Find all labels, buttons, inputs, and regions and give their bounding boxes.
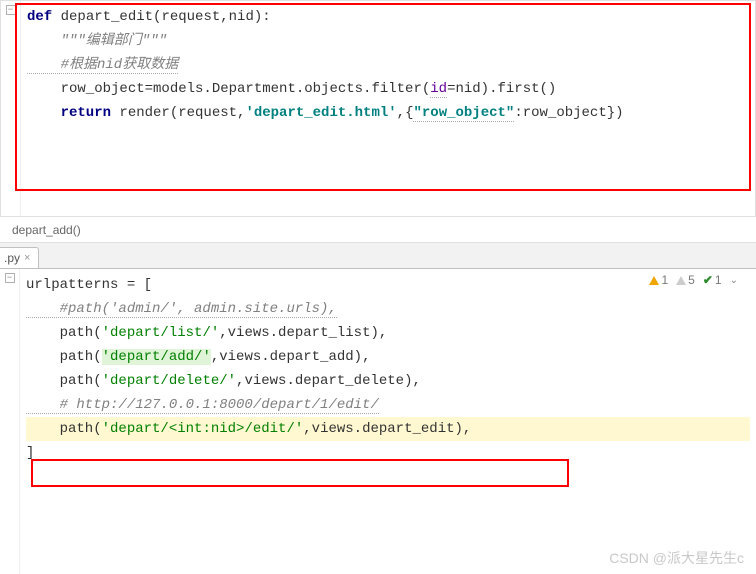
code-line: urlpatterns = [	[26, 273, 750, 297]
code-line: path('depart/<int:nid>/edit/',views.depa…	[26, 417, 750, 441]
check-icon: ✔	[703, 273, 713, 287]
code-line: path('depart/list/',views.depart_list),	[26, 321, 750, 345]
code-line: #path('admin/', admin.site.urls),	[26, 297, 750, 321]
bottom-editor-pane: − 1 5 ✔1 ⌄ urlpatterns = [ #path('admin/…	[0, 269, 756, 574]
gutter: −	[1, 1, 21, 216]
tab-bar: .py ×	[0, 243, 756, 269]
code-line: def depart_edit(request,nid):	[27, 5, 749, 29]
code-line: path('depart/add/',views.depart_add),	[26, 345, 750, 369]
code-line: #根据nid获取数据	[27, 53, 749, 77]
weak-warning-badge: 5	[676, 273, 695, 287]
inspection-badges[interactable]: 1 5 ✔1 ⌄	[649, 273, 738, 287]
code-line: ]	[26, 441, 750, 465]
weak-warning-icon	[676, 276, 686, 285]
code-line: row_object=models.Department.objects.fil…	[27, 77, 749, 101]
breadcrumb[interactable]: depart_add()	[0, 217, 756, 243]
tab-py[interactable]: .py ×	[0, 247, 39, 268]
close-icon[interactable]: ×	[24, 252, 30, 264]
top-editor-pane: − def depart_edit(request,nid): """编辑部门"…	[0, 0, 756, 217]
warning-icon	[649, 276, 659, 285]
code-area-top[interactable]: def depart_edit(request,nid): """编辑部门"""…	[21, 1, 755, 129]
code-line: path('depart/delete/',views.depart_delet…	[26, 369, 750, 393]
code-area-bottom[interactable]: urlpatterns = [ #path('admin/', admin.si…	[20, 269, 756, 469]
ok-badge: ✔1	[703, 273, 722, 287]
fold-icon[interactable]: −	[5, 273, 15, 283]
gutter: −	[0, 269, 20, 574]
code-line: # http://127.0.0.1:8000/depart/1/edit/	[26, 393, 750, 417]
fold-icon[interactable]: −	[6, 5, 16, 15]
warning-badge: 1	[649, 273, 668, 287]
code-line: """编辑部门"""	[27, 29, 749, 53]
code-line: return render(request,'depart_edit.html'…	[27, 101, 749, 125]
chevron-down-icon[interactable]: ⌄	[730, 275, 738, 286]
tab-label: .py	[4, 251, 20, 265]
